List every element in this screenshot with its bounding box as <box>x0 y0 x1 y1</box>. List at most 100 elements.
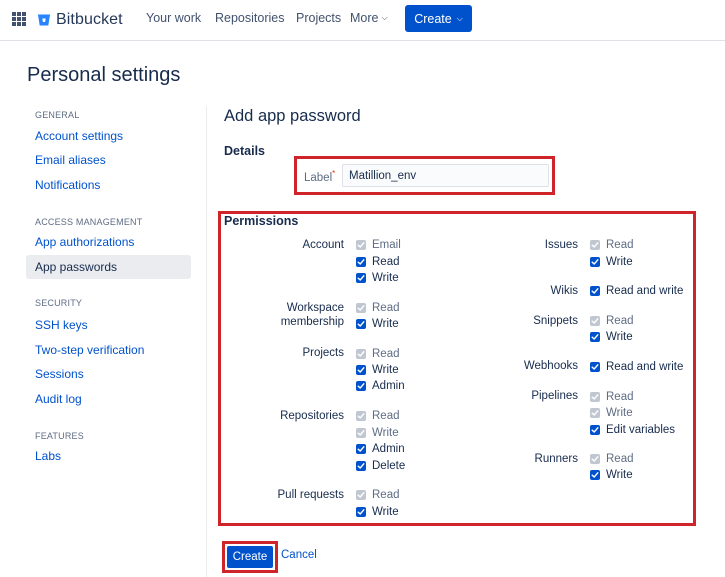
bitbucket-bucket-icon <box>38 14 50 26</box>
checkbox-label: Admin <box>372 380 405 392</box>
checkbox-account-read[interactable]: Read <box>356 256 400 268</box>
check-icon <box>357 305 365 311</box>
sidebar-item-account-settings[interactable]: Account settings <box>35 129 123 143</box>
logo-text: Bitbucket <box>56 11 123 28</box>
top-navigation: Bitbucket Your work Repositories Project… <box>0 0 725 41</box>
check-icon <box>357 259 365 265</box>
group-label-workspace-line1: Workspace <box>286 302 344 314</box>
checkbox-issues-write[interactable]: Write <box>590 256 633 268</box>
check-icon <box>591 288 599 294</box>
sidebar-item-email-aliases[interactable]: Email aliases <box>35 153 106 167</box>
group-label-issues: Issues <box>544 239 578 251</box>
checkbox-pipelines-edit-variables[interactable]: Edit variables <box>590 424 675 436</box>
check-icon <box>591 242 599 248</box>
sidebar-item-app-passwords[interactable]: App passwords <box>26 255 191 279</box>
checkbox-pull-requests-read[interactable]: Read <box>356 489 400 501</box>
check-icon <box>591 427 599 433</box>
checkbox-box <box>590 408 600 418</box>
sidebar-divider <box>206 106 207 577</box>
sidebar-heading-access-management: ACCESS MANAGEMENT <box>35 217 143 227</box>
checkbox-label: Write <box>372 364 399 376</box>
chevron-down-icon: ⌵ <box>456 13 463 23</box>
checkbox-projects-write[interactable]: Write <box>356 364 399 376</box>
checkbox-box <box>356 428 366 438</box>
checkbox-snippets-read[interactable]: Read <box>590 315 634 327</box>
check-icon <box>591 394 599 400</box>
checkbox-workspace-read[interactable]: Read <box>356 302 400 314</box>
checkbox-box <box>356 273 366 283</box>
details-heading: Details <box>224 144 265 158</box>
check-icon <box>591 456 599 462</box>
top-create-button[interactable]: Create ⌵ <box>405 5 472 32</box>
checkbox-projects-admin[interactable]: Admin <box>356 380 405 392</box>
sidebar-heading-security: SECURITY <box>35 298 83 308</box>
checkbox-webhooks-read-and-write[interactable]: Read and write <box>590 361 683 373</box>
checkbox-pipelines-write[interactable]: Write <box>590 407 633 419</box>
checkbox-box <box>590 316 600 326</box>
label-input[interactable] <box>342 164 549 187</box>
checkbox-repositories-delete[interactable]: Delete <box>356 460 405 472</box>
checkbox-wikis-read-and-write[interactable]: Read and write <box>590 285 683 297</box>
checkbox-label: Read <box>606 453 634 465</box>
checkbox-box <box>356 257 366 267</box>
chevron-down-icon: ⌵ <box>381 13 388 22</box>
sidebar-item-sessions[interactable]: Sessions <box>35 367 84 381</box>
checkbox-snippets-write[interactable]: Write <box>590 331 633 343</box>
checkbox-pipelines-read[interactable]: Read <box>590 391 634 403</box>
checkbox-projects-read[interactable]: Read <box>356 348 400 360</box>
app-switcher-icon[interactable] <box>12 12 26 26</box>
checkbox-label: Read <box>606 391 634 403</box>
sidebar-item-two-step-verification[interactable]: Two-step verification <box>35 343 144 357</box>
checkbox-label: Read <box>372 410 400 422</box>
check-icon <box>357 383 365 389</box>
sidebar-heading-features: FEATURES <box>35 431 84 441</box>
bitbucket-logo[interactable]: Bitbucket <box>37 10 123 30</box>
checkbox-runners-read[interactable]: Read <box>590 453 634 465</box>
checkbox-account-write[interactable]: Write <box>356 272 399 284</box>
checkbox-box <box>590 425 600 435</box>
check-icon <box>591 472 599 478</box>
cancel-link[interactable]: Cancel <box>281 549 317 561</box>
sidebar-item-app-authorizations[interactable]: App authorizations <box>35 235 134 249</box>
checkbox-workspace-write[interactable]: Write <box>356 318 399 330</box>
check-icon <box>591 334 599 340</box>
checkbox-repositories-write[interactable]: Write <box>356 427 399 439</box>
sidebar-item-notifications[interactable]: Notifications <box>35 178 100 192</box>
check-icon <box>357 242 365 248</box>
checkbox-pull-requests-write[interactable]: Write <box>356 506 399 518</box>
checkbox-label: Read <box>372 348 400 360</box>
checkbox-account-email[interactable]: Email <box>356 239 401 251</box>
checkbox-label: Admin <box>372 443 405 455</box>
checkbox-issues-read[interactable]: Read <box>590 239 634 251</box>
group-label-projects: Projects <box>302 347 344 359</box>
checkbox-label: Read and write <box>606 361 684 373</box>
nav-your-work[interactable]: Your work <box>146 11 201 25</box>
checkbox-label: Write <box>372 506 399 518</box>
sidebar-item-audit-log[interactable]: Audit log <box>35 392 82 406</box>
checkbox-runners-write[interactable]: Write <box>590 469 633 481</box>
checkbox-box <box>356 461 366 471</box>
checkbox-label: Write <box>372 272 399 284</box>
checkbox-repositories-admin[interactable]: Admin <box>356 443 405 455</box>
nav-projects[interactable]: Projects <box>296 11 341 25</box>
group-label-wikis: Wikis <box>550 285 578 297</box>
check-icon <box>591 259 599 265</box>
sidebar-item-labs[interactable]: Labs <box>35 449 61 463</box>
create-button[interactable]: Create <box>227 546 273 568</box>
nav-repositories[interactable]: Repositories <box>215 11 284 25</box>
nav-more[interactable]: More ⌵ <box>350 11 388 25</box>
checkbox-repositories-read[interactable]: Read <box>356 410 400 422</box>
group-label-workspace-line2: membership <box>280 316 344 328</box>
check-icon <box>591 410 599 416</box>
checkbox-label: Write <box>372 427 399 439</box>
sidebar-item-ssh-keys[interactable]: SSH keys <box>35 318 88 332</box>
checkbox-box <box>590 257 600 267</box>
checkbox-label: Write <box>606 331 633 343</box>
checkbox-box <box>356 365 366 375</box>
group-label-runners: Runners <box>534 453 578 465</box>
checkbox-box <box>356 240 366 250</box>
checkbox-box <box>356 444 366 454</box>
label-field-label: Label* <box>304 169 335 184</box>
nav-more-label: More <box>350 11 379 25</box>
checkbox-label: Read <box>372 302 400 314</box>
